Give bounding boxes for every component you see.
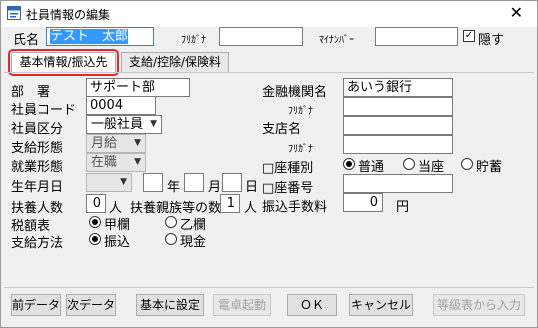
account-normal-radio[interactable] — [343, 158, 355, 170]
year-unit: 年 — [167, 180, 181, 195]
account-normal-label: 普通 — [358, 160, 385, 175]
mynumber-field[interactable] — [375, 27, 458, 46]
department-label: 部 署 — [11, 85, 51, 100]
dependent-relatives-unit: 人 — [244, 201, 258, 216]
birth-month-field[interactable] — [184, 173, 204, 192]
account-number-field[interactable] — [343, 174, 453, 193]
tax-otsu-radio[interactable] — [165, 216, 177, 228]
set-default-button[interactable]: 基本に設定 — [136, 294, 204, 316]
branch-furigana-field[interactable] — [343, 135, 453, 154]
account-current-radio[interactable] — [403, 158, 415, 170]
grade-table-input-button[interactable]: 等級表から入力 — [433, 294, 525, 316]
birth-era-select[interactable]: ▼ — [86, 173, 132, 192]
pay-method-label: 支給方法 — [11, 236, 64, 251]
next-data-button[interactable]: 次データ — [66, 294, 116, 316]
transfer-fee-label: 振込手数料 — [262, 200, 328, 215]
employee-type-select[interactable]: 一般社員 ▼ — [86, 115, 162, 134]
birth-year-field[interactable] — [143, 173, 163, 192]
work-form-select[interactable]: 在職 ▼ — [86, 153, 146, 172]
pay-form-value: 月給 — [91, 136, 118, 151]
employee-type-value: 一般社員 — [91, 117, 144, 132]
employee-type-label: 社員区分 — [11, 122, 64, 137]
yen-unit: 円 — [396, 200, 410, 215]
tab-separator — [4, 72, 534, 73]
employee-edit-dialog: 社員情報の編集 ✕ 氏名 テスト 太郎 ﾌﾘｶﾞﾅ ﾏｲﾅﾝﾊﾞｰ ✓ 隠す 基… — [0, 0, 538, 328]
furigana-field[interactable] — [219, 27, 303, 46]
dependents-label: 扶養人数 — [11, 201, 64, 216]
title-bar: 社員情報の編集 ✕ — [1, 1, 537, 27]
dependent-relatives-field[interactable]: 1 — [220, 194, 240, 213]
name-label: 氏名 — [13, 33, 40, 48]
bank-name-label: 金融機関名 — [262, 85, 328, 100]
chevron-down-icon: ▼ — [150, 119, 157, 129]
birth-day-field[interactable] — [222, 173, 242, 192]
pay-cash-label: 現金 — [180, 235, 207, 250]
work-form-value: 在職 — [91, 155, 118, 170]
birth-date-label: 生年月日 — [11, 180, 64, 195]
footer-separator — [4, 287, 534, 288]
name-field[interactable]: テスト 太郎 — [46, 27, 154, 46]
calculator-button[interactable]: 電卓起動 — [213, 294, 271, 316]
app-icon — [7, 6, 21, 20]
employee-code-label: 社員コード — [11, 103, 77, 118]
tab-basic-info[interactable]: 基本情報/振込先 — [8, 49, 119, 76]
branch-furigana-label: ﾌﾘｶﾞﾅ — [288, 144, 313, 155]
dependents-field[interactable]: 0 — [86, 194, 106, 213]
account-number-label: □座番号 — [262, 181, 314, 196]
pay-form-select[interactable]: 月給 ▼ — [86, 134, 146, 153]
hide-label: 隠す — [478, 33, 505, 48]
hide-checkbox[interactable]: ✓ — [463, 30, 475, 42]
close-icon[interactable]: ✕ — [510, 3, 523, 22]
pay-transfer-label: 振込 — [104, 235, 131, 250]
pay-transfer-radio[interactable] — [89, 233, 101, 245]
chevron-down-icon: ▼ — [134, 157, 141, 167]
tax-kou-radio[interactable] — [89, 216, 101, 228]
account-current-label: 当座 — [418, 160, 445, 175]
bank-furigana-field[interactable] — [343, 97, 453, 116]
name-value: テスト 太郎 — [50, 29, 129, 44]
chevron-down-icon: ▼ — [120, 177, 127, 187]
transfer-fee-field[interactable]: 0 — [343, 193, 383, 212]
ok-button[interactable]: ＯＫ — [287, 294, 337, 316]
account-type-label: □座種別 — [262, 161, 314, 176]
work-form-label: 就業形態 — [11, 160, 64, 175]
prev-data-button[interactable]: 前データ — [11, 294, 61, 316]
tab-pay-deduction[interactable]: 支給/控除/保険料 — [121, 52, 229, 73]
branch-name-label: 支店名 — [262, 122, 302, 137]
account-savings-label: 貯蓄 — [476, 160, 503, 175]
month-unit: 月 — [208, 180, 222, 195]
pay-cash-radio[interactable] — [165, 233, 177, 245]
furigana-label: ﾌﾘｶﾞﾅ — [181, 35, 206, 46]
day-unit: 日 — [245, 180, 259, 195]
employee-code-field[interactable]: 0004 — [86, 96, 156, 115]
branch-name-field[interactable] — [343, 116, 453, 135]
bank-furigana-label: ﾌﾘｶﾞﾅ — [288, 106, 313, 117]
cancel-button[interactable]: キャンセル — [349, 294, 413, 316]
account-savings-radio[interactable] — [461, 158, 473, 170]
department-field[interactable]: サポート部 — [86, 78, 190, 97]
pay-form-label: 支給形態 — [11, 141, 64, 156]
bank-name-field[interactable]: あいう銀行 — [343, 78, 453, 97]
window-title: 社員情報の編集 — [26, 8, 111, 22]
mynumber-label: ﾏｲﾅﾝﾊﾞｰ — [319, 35, 354, 46]
chevron-down-icon: ▼ — [134, 138, 141, 148]
dependent-relatives-label: 扶養親族等の数 — [130, 201, 222, 216]
